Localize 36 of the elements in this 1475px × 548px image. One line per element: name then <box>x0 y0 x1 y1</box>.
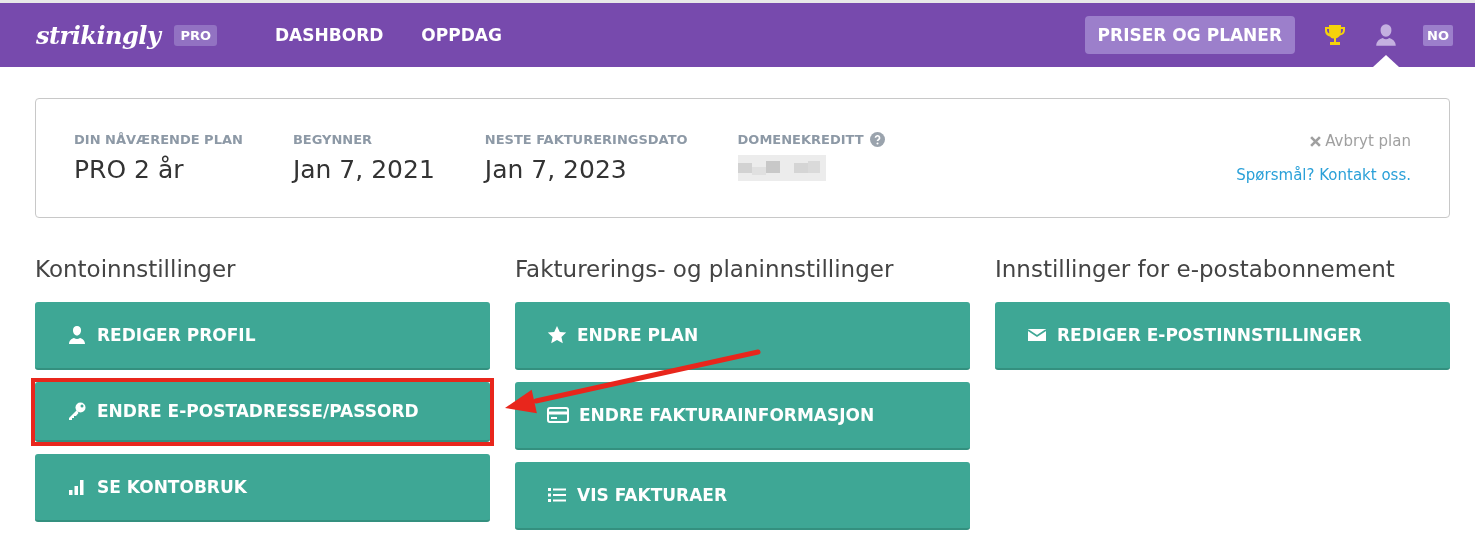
field-label: DOMENEKREDITT <box>737 132 864 147</box>
pricing-button[interactable]: PRISER OG PLANER <box>1084 16 1296 54</box>
envelope-icon <box>1027 327 1047 343</box>
settings-button[interactable]: ENDRE PLAN <box>515 302 970 370</box>
star-icon <box>547 325 567 345</box>
nav-link[interactable]: DASHBORD <box>275 25 384 45</box>
settings-button[interactable]: SE KONTOBRUK <box>35 454 490 522</box>
settings-button[interactable]: REDIGER PROFIL <box>35 302 490 370</box>
language-button[interactable]: NO <box>1423 24 1453 46</box>
dropdown-pointer-icon <box>1373 55 1400 67</box>
credit-card-icon <box>547 406 569 424</box>
nav-link[interactable]: OPPDAG <box>421 25 502 45</box>
field-value: PRO 2 år <box>74 155 185 184</box>
settings-button[interactable]: ENDRE E-POSTADRESSE/PASSORD <box>35 382 490 442</box>
field-value: Jan 7, 2023 <box>484 155 628 184</box>
list-icon <box>547 486 567 504</box>
section-title: Kontoinnstillinger <box>35 256 237 282</box>
plan-badge: PRO <box>174 24 217 46</box>
field-label: NESTE FAKTURERINGSDATO <box>484 132 688 147</box>
bar-chart-icon <box>67 477 87 497</box>
field-value: Jan 7, 2021 <box>292 155 435 184</box>
cancel-plan-link[interactable]: Avbryt plan <box>1310 132 1411 150</box>
settings-button[interactable]: REDIGER E-POSTINNSTILLINGER <box>995 302 1450 370</box>
key-icon <box>67 401 87 421</box>
settings-button[interactable]: VIS FAKTURAER <box>515 462 970 530</box>
help-icon[interactable] <box>869 132 885 147</box>
contact-link[interactable]: Spørsmål? Kontakt oss. <box>1236 166 1411 184</box>
settings-button[interactable]: ENDRE FAKTURAINFORMASJON <box>515 382 970 450</box>
field-label: DIN NÅVÆRENDE PLAN <box>74 132 243 147</box>
trophy-icon[interactable] <box>1323 23 1348 47</box>
close-icon <box>1310 135 1322 147</box>
field-label: BEGYNNER <box>292 132 373 147</box>
logo[interactable]: strikingly <box>36 20 161 50</box>
section-title: Fakturerings- og planinnstillinger <box>515 256 895 282</box>
section-title: Innstillinger for e-postabonnement <box>995 256 1396 282</box>
user-icon <box>67 325 87 345</box>
